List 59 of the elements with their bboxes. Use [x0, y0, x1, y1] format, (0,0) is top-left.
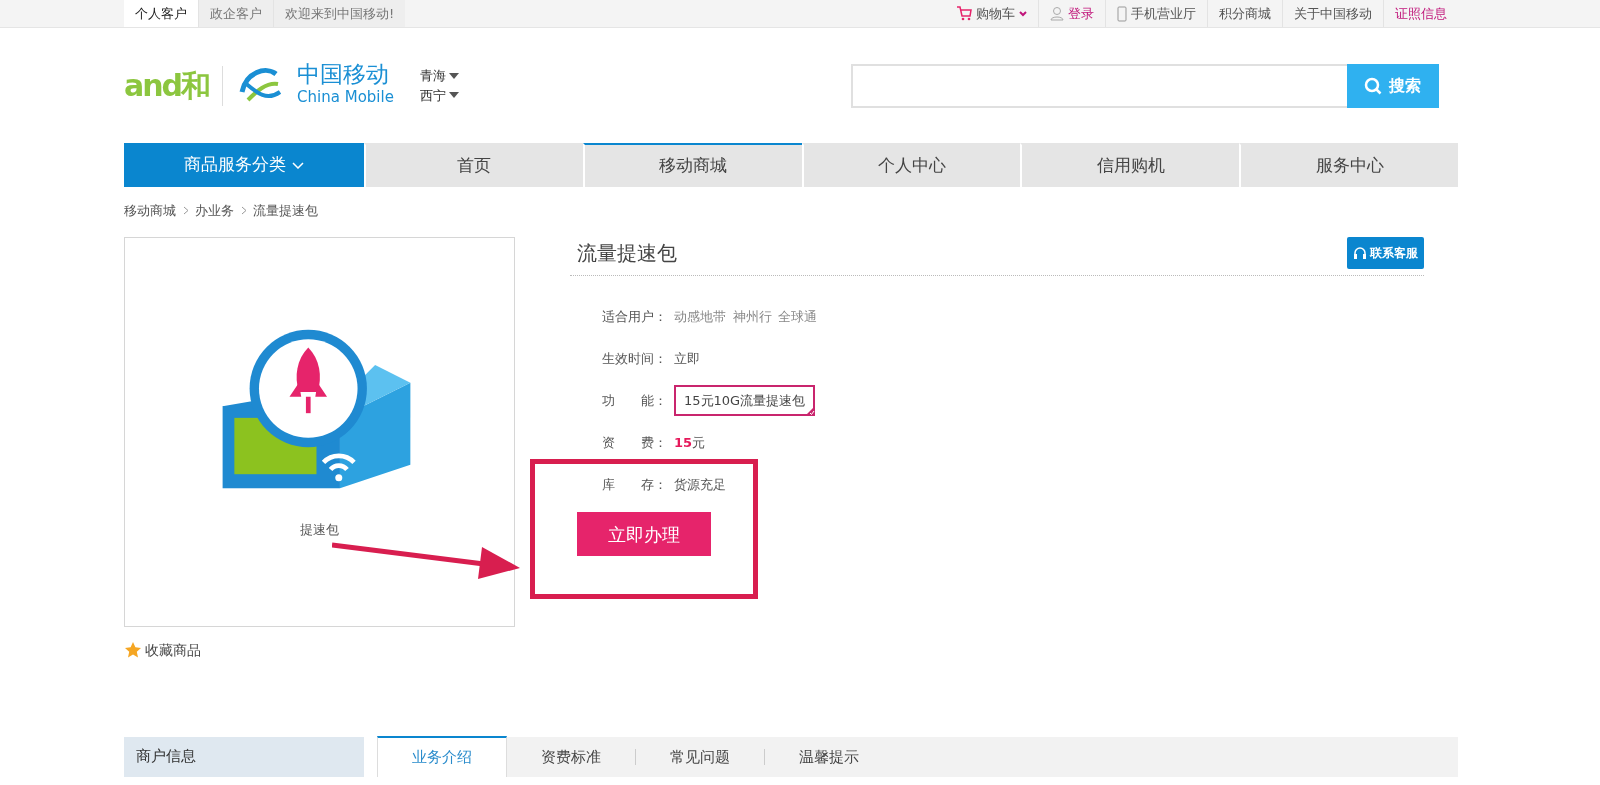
section-tab[interactable]: 常见问题 — [636, 736, 764, 777]
option-chip[interactable]: 15元10G流量提速包 — [674, 384, 816, 417]
nav-tab[interactable]: 信用购机 — [1020, 143, 1240, 187]
phone-icon — [1117, 5, 1127, 22]
price-text: 15元 — [674, 433, 706, 452]
contact-button[interactable]: 联系客服 — [1346, 236, 1424, 269]
breadcrumb-link[interactable]: 移动商城 — [124, 201, 176, 221]
buy-button[interactable]: 立即办理 — [576, 512, 711, 556]
attribute-label: 资 费： — [601, 433, 668, 452]
top-link[interactable]: 积分商城 — [1219, 0, 1271, 27]
headset-icon — [1352, 245, 1367, 260]
category-menu[interactable]: 商品服务分类 — [124, 143, 364, 187]
breadcrumb-link[interactable]: 办业务 — [195, 201, 234, 221]
nav-tab[interactable]: 个人中心 — [801, 143, 1021, 187]
top-link[interactable]: 手机营业厅 — [1131, 0, 1196, 27]
chevron-icon — [292, 161, 304, 169]
attribute-value: 神州行 — [732, 307, 772, 326]
section-tab[interactable]: 资费标准 — [507, 736, 635, 777]
image-caption: 提速包 — [300, 520, 339, 539]
top-link[interactable]: 证照信息 — [1395, 0, 1447, 27]
search-field[interactable] — [850, 63, 1347, 108]
logo-title: 中国移动 — [297, 62, 391, 86]
chevron-icon — [182, 206, 189, 216]
favorite-link[interactable]: 收藏商品 — [124, 639, 515, 661]
chevron-icon — [1019, 10, 1027, 17]
attribute-value: 立即 — [674, 349, 700, 368]
and-logo: and和 — [124, 67, 210, 105]
attribute-value: 全球通 — [778, 307, 817, 326]
cart-icon — [956, 6, 972, 21]
attribute-label: 功 能： — [601, 391, 668, 410]
nav-tab[interactable]: 首页 — [364, 143, 583, 187]
section-tab[interactable]: 业务介绍 — [377, 736, 507, 777]
nav-tab[interactable]: 移动商城 — [582, 143, 802, 187]
check-icon — [805, 406, 816, 417]
top-link[interactable]: 购物车 — [976, 0, 1015, 27]
nav-tab[interactable]: 服务中心 — [1239, 143, 1458, 187]
attribute-value: 货源充足 — [674, 475, 726, 494]
attribute-value: 动感地带 — [674, 307, 726, 326]
logo-subtitle: China Mobile — [297, 86, 394, 108]
attribute-label: 适合用户： — [601, 307, 668, 326]
customer-tab[interactable]: 政企客户 — [199, 0, 274, 27]
product-title: 流量提速包 — [576, 239, 677, 267]
breadcrumb-link[interactable]: 流量提速包 — [253, 201, 318, 221]
chevron-icon — [240, 206, 247, 216]
caret-icon — [449, 92, 460, 99]
top-link[interactable]: 关于中国移动 — [1294, 0, 1372, 27]
customer-tab[interactable]: 个人客户 — [124, 0, 199, 27]
region-selector[interactable]: 青海 — [419, 66, 460, 86]
attribute-label: 生效时间： — [601, 349, 668, 368]
section-tab[interactable]: 温馨提示 — [765, 736, 893, 777]
welcome-text: 欢迎来到中国移动! — [274, 0, 406, 27]
star-icon — [124, 641, 142, 659]
top-link[interactable]: 登录 — [1068, 0, 1094, 27]
search-icon — [1364, 76, 1383, 95]
user-icon — [1050, 6, 1064, 21]
attribute-label: 库 存： — [601, 475, 668, 494]
sidebar-title: 商户信息 — [124, 736, 364, 777]
region-selector[interactable]: 西宁 — [419, 85, 460, 105]
caret-icon — [449, 72, 460, 79]
